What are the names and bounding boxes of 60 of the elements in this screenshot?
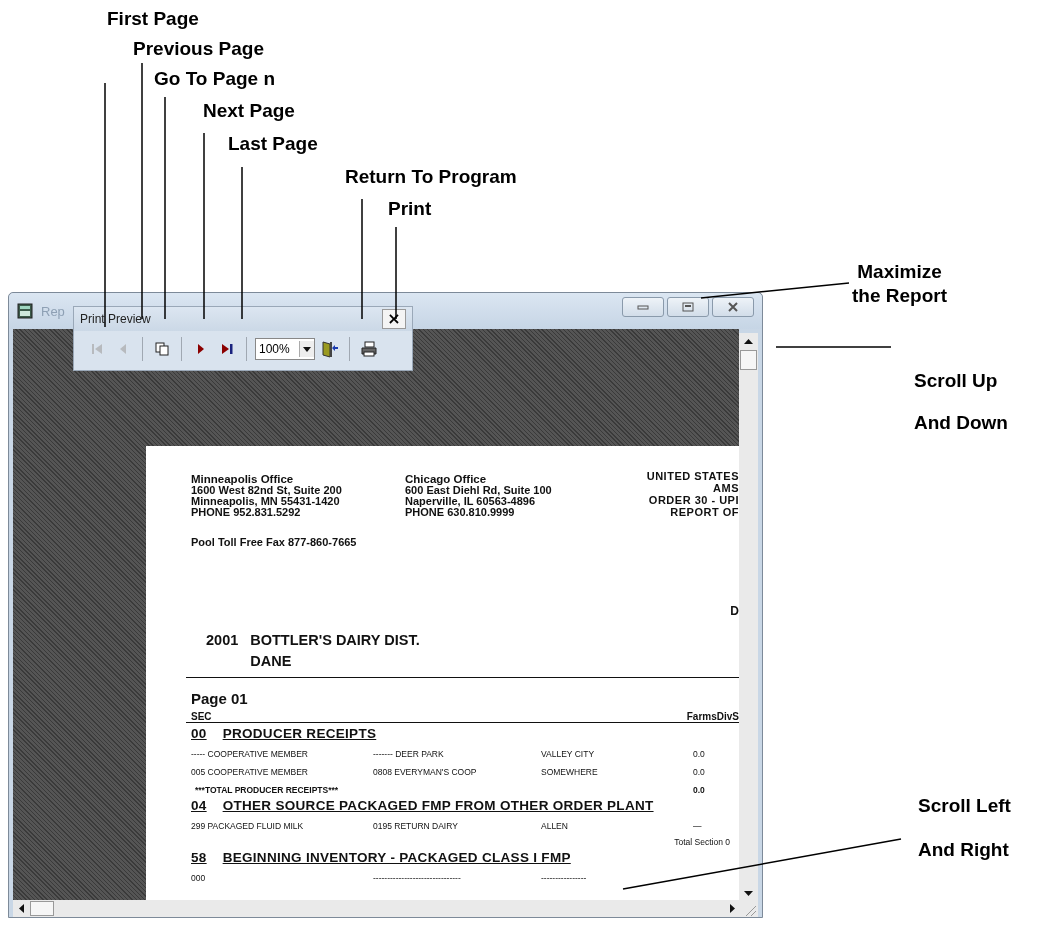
office-address-line: PHONE 630.810.9999 — [405, 507, 516, 518]
callout-label: Scroll Left — [918, 795, 1011, 816]
section-title: BEGINNING INVENTORY - PACKAGED CLASS I FMP — [222, 850, 571, 865]
section-code: 04 — [191, 798, 207, 813]
close-button[interactable]: × — [382, 309, 406, 329]
report-heading-line: ORDER 30 - UPI — [647, 494, 739, 506]
table-cell-text: 0195 RETURN DAIRY — [373, 821, 459, 831]
table-cell-text: 005 COOPERATIVE MEMBER — [191, 767, 309, 777]
table-cell-text: ------- DEER PARK — [373, 749, 445, 759]
table-cell-text: — — [693, 821, 703, 831]
handler-code: 2001 — [206, 631, 239, 650]
callout-label: And Down — [914, 412, 1008, 433]
office-address-line: 1600 West 82nd St, Suite 200 — [191, 485, 343, 496]
callout-label: Previous Page — [133, 38, 264, 59]
callout-label: And Right — [918, 839, 1009, 860]
table-cell-text: 0808 EVERYMAN'S COOP — [373, 767, 478, 777]
zoom-select[interactable]: 100% — [255, 338, 315, 360]
fax-line: Pool Toll Free Fax 877-860-7665 — [191, 536, 358, 548]
callout-label: First Page — [107, 8, 199, 29]
table-cell-text: ALLEN — [541, 821, 569, 831]
report-heading-line: UNITED STATES — [646, 470, 739, 482]
table-cell-text: 0.0 — [693, 749, 706, 759]
report-heading-line: REPORT OF — [669, 506, 739, 518]
office-address-line: PHONE 952.831.5292 — [191, 507, 302, 518]
office-address-line: Naperville, IL 60563-4896 — [405, 496, 537, 507]
table-cell-text: VALLEY CITY — [541, 749, 596, 759]
office-address-line: 600 East Diehl Rd, Suite 100 — [405, 485, 553, 496]
section-title: OTHER SOURCE PACKAGED FMP FROM OTHER ORDER PLANT — [222, 798, 654, 813]
column-header: SEC — [191, 711, 212, 722]
window-title: Rep — [41, 303, 65, 319]
callout-label: Return To Program — [345, 166, 517, 187]
total-label: ***TOTAL PRODUCER RECEIPTS*** — [194, 785, 340, 795]
callout-label: Last Page — [228, 133, 318, 154]
office-address-line: Chicago Office — [405, 474, 487, 485]
section-code: 58 — [191, 850, 207, 865]
table-cell-text: ------------------------------- — [373, 873, 462, 883]
table-cell-text: SOMEWHERE — [541, 767, 599, 777]
table-cell-text: 0.0 — [693, 767, 706, 777]
callout-label: Print — [388, 198, 432, 219]
handler-name: BOTTLER'S DAIRY DIST. — [250, 631, 420, 650]
callout-label: Go To Page n — [154, 68, 276, 89]
callout-label: the Report — [852, 285, 947, 306]
table-cell-text: 000 — [191, 873, 207, 883]
handler-county: DANE — [250, 652, 293, 671]
callout-label: Next Page — [203, 100, 295, 121]
section-title: PRODUCER RECEIPTS — [222, 726, 377, 741]
column-header: FarmsDivS — [686, 711, 739, 722]
office-address-line: Minneapolis, MN 55431-1420 — [191, 496, 341, 507]
section-code: 00 — [191, 726, 207, 741]
total-value: 0.0 — [693, 785, 706, 795]
callout-label: Maximize — [857, 261, 942, 282]
report-heading-line: AMS — [712, 482, 739, 494]
section-total: Total Section 0 — [674, 837, 730, 847]
office-address-line: Minneapolis Office — [191, 474, 294, 485]
table-cell-text: ---------------- — [541, 873, 588, 883]
table-cell-text: ----- COOPERATIVE MEMBER — [191, 749, 309, 759]
page-number: Page 01 — [191, 690, 249, 707]
date-fragment: D — [730, 604, 739, 618]
table-cell-text: 299 PACKAGED FLUID MILK — [191, 821, 305, 831]
callout-label: Scroll Up — [914, 370, 998, 391]
